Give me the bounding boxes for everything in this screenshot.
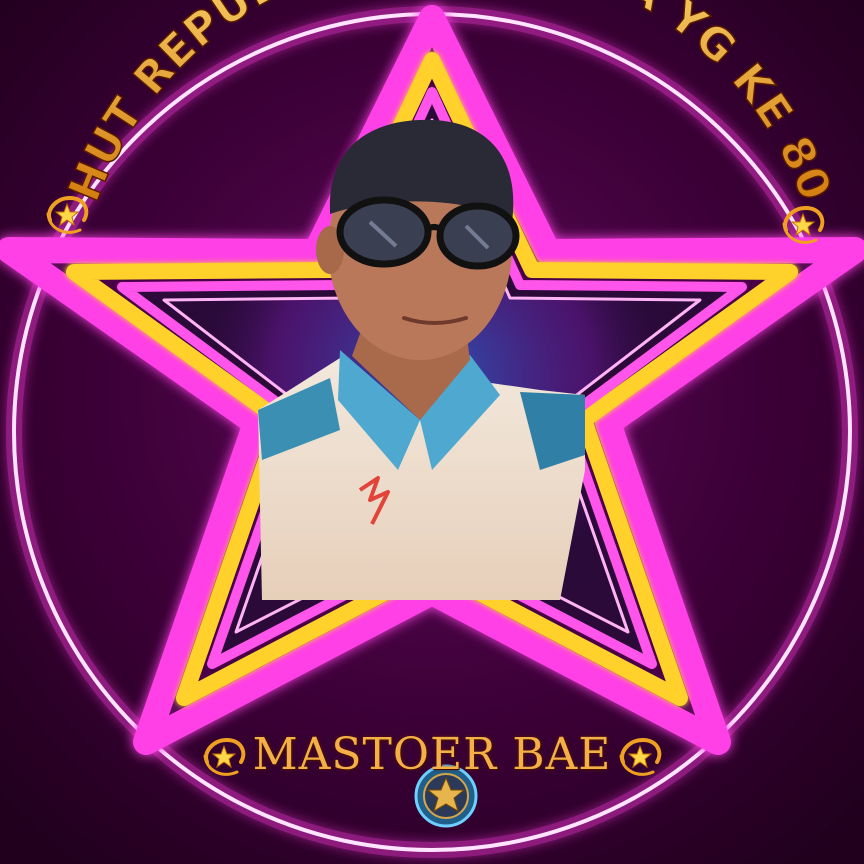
dizzy-star-icon [619, 737, 662, 776]
dizzy-star-icon [203, 737, 245, 776]
profile-frame: HUT REPUBLIK INDONESIA YG KE 80 MASTOER … [0, 0, 864, 864]
footer-name: MASTOER BAE [252, 729, 612, 780]
footer-name-line: MASTOER BAE [0, 726, 864, 780]
